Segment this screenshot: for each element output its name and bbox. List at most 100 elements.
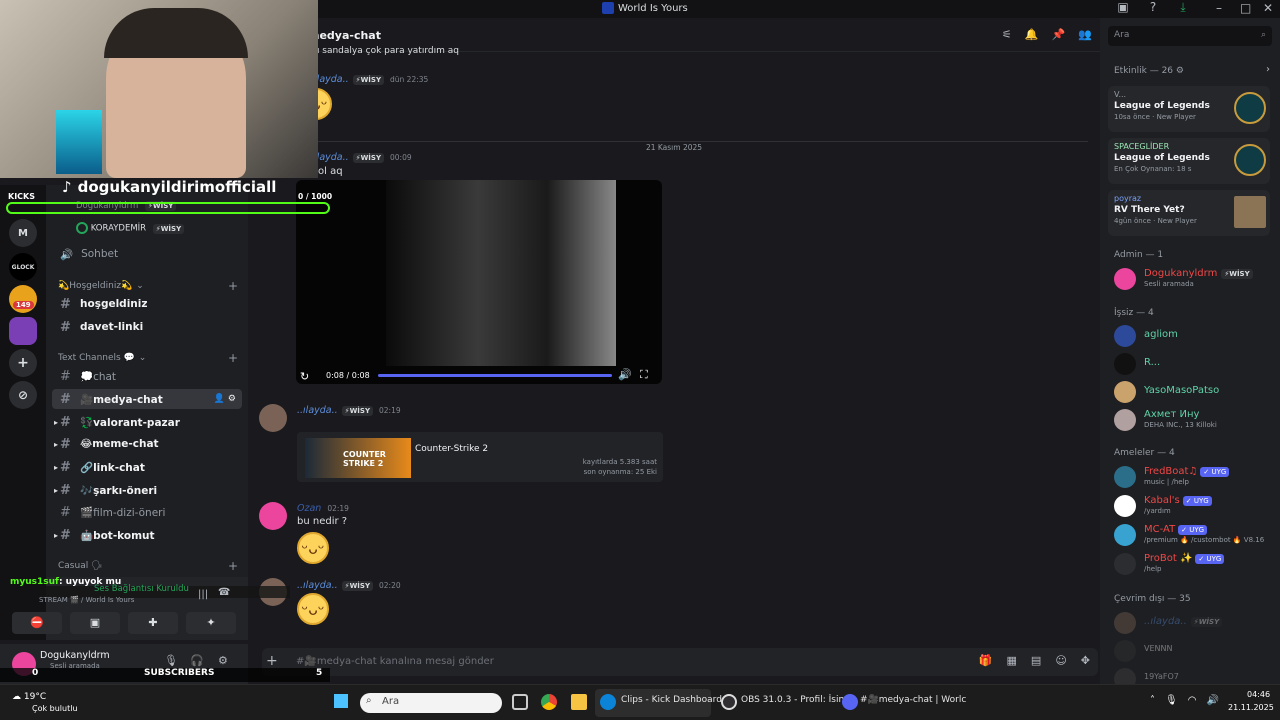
download-icon[interactable]: ⤓ (1176, 0, 1190, 14)
mic-icon[interactable]: 🎙 (1165, 695, 1178, 706)
weather-widget[interactable]: ☁ 19°C (12, 692, 46, 702)
fullscreen-icon[interactable]: ⛶ (640, 368, 648, 382)
mic-icon[interactable]: 🎙 (164, 654, 178, 667)
channel-link-chat[interactable]: ▸ # 🔗link-chat (52, 457, 242, 477)
game-embed[interactable]: COUNTER STRIKE 2 Counter-Strike 2 kayıtl… (297, 432, 663, 482)
member-item[interactable]: ..ılayda.. ⚡WİSY (1114, 610, 1274, 636)
replay-icon[interactable]: ↻ (300, 370, 309, 383)
video-progress[interactable] (378, 374, 612, 377)
discord-icon[interactable] (842, 694, 858, 710)
taskbar-search[interactable]: Ara (360, 693, 502, 713)
server-icon[interactable]: 149 (9, 285, 37, 313)
member-item[interactable]: MC-AT ✓ UYG/premium 🔥 /custombot 🔥 V8.16 (1114, 522, 1274, 548)
member-item[interactable]: ProBot ✨ ✓ UYG/help (1114, 551, 1274, 577)
settings-icon[interactable]: 👤 ⚙ (214, 394, 236, 404)
channel-meme-chat[interactable]: ▸ # 😂meme-chat (52, 434, 242, 454)
voice-user[interactable]: KORAYDEMİR ⚡WİSY (76, 222, 185, 234)
member-item[interactable]: Kabal's ✓ UYG/yardım (1114, 493, 1274, 519)
taskbar-app-label[interactable]: OBS 31.0.3 - Profil: İsims (741, 695, 852, 705)
emoji-icon[interactable]: ☺ (1055, 654, 1066, 667)
add-channel-icon[interactable]: + (228, 559, 238, 573)
threads-icon[interactable]: ⚟ (1002, 28, 1012, 41)
chevron-up-icon[interactable]: ˄ (1150, 695, 1155, 706)
apps-icon[interactable]: ✥ (1081, 654, 1090, 667)
activity-card[interactable]: SPACEGLİDER League of Legends En Çok Oyn… (1108, 138, 1270, 184)
add-server-icon[interactable]: + (9, 349, 37, 377)
gift-icon[interactable]: 🎁 (979, 654, 993, 667)
wifi-icon[interactable]: ◠ (1188, 695, 1197, 706)
activities-button[interactable]: ✚ (128, 612, 178, 634)
add-attachment-icon[interactable]: + (266, 653, 278, 669)
bell-icon[interactable]: 🔔 (1025, 28, 1039, 41)
camera-off-button[interactable]: ⛔ (12, 612, 62, 634)
windows-start-icon[interactable] (334, 694, 348, 708)
server-m[interactable]: M (9, 219, 37, 247)
member-item[interactable]: Dogukanyldrm ⚡WİSY Sesli aramada (1114, 266, 1274, 292)
channel-sarki-oneri[interactable]: ▸ # 🎶şarkı-öneri (52, 480, 242, 500)
minimize-button[interactable]: – (1216, 1, 1222, 15)
task-view-icon[interactable] (512, 694, 528, 710)
server-glock[interactable]: GLOCK (9, 253, 37, 281)
volume-icon[interactable]: 🔊 (1206, 695, 1218, 706)
message-time: 02:20 (379, 581, 401, 590)
pin-icon[interactable]: 📌 (1052, 28, 1066, 41)
channel-davet-linki[interactable]: # davet-linki (52, 317, 242, 337)
video-player[interactable]: ↻ 0:08 / 0:08 🔊 ⛶ (296, 180, 662, 384)
category-label: Casual 🗣 (58, 561, 103, 571)
app-badge: ✓ UYG (1182, 496, 1212, 506)
avatar[interactable] (259, 404, 287, 432)
help-icon[interactable]: ? (1146, 0, 1160, 14)
member-item[interactable]: R... (1114, 351, 1274, 377)
chrome-icon[interactable] (541, 694, 557, 710)
soundboard-button[interactable]: ✦ (186, 612, 236, 634)
app-badge: ✓ UYG (1178, 525, 1208, 535)
taskbar-app-label[interactable]: #🎥medya-chat | Worlc (860, 695, 966, 705)
member-item[interactable]: VENNN (1114, 638, 1274, 664)
channel-medya-chat[interactable]: # 🎥medya-chat 👤 ⚙ (52, 389, 242, 409)
channel-chat[interactable]: # 💭chat (52, 366, 242, 386)
noise-icon[interactable]: ||| (198, 589, 208, 600)
chevron-down-icon: ⌄ (138, 353, 147, 363)
member-item[interactable]: agliom (1114, 323, 1274, 349)
close-button[interactable]: ✕ (1263, 1, 1273, 15)
server-icon[interactable] (9, 317, 37, 345)
search-input[interactable]: Ara ⌕ (1108, 26, 1272, 46)
inbox-icon[interactable]: ▣ (1116, 0, 1130, 14)
activity-card[interactable]: V... League of Legends 10sa önce · New P… (1108, 86, 1270, 132)
maximize-button[interactable]: □ (1240, 1, 1251, 15)
channel-bot-komut[interactable]: ▸ # 🤖bot-komut (52, 525, 242, 545)
screen-share-button[interactable]: ▣ (70, 612, 120, 634)
channel-hosgeldiniz[interactable]: # hoşgeldiniz (52, 294, 242, 314)
message-author[interactable]: ..ılayda.. (297, 580, 338, 591)
message-author[interactable]: Ozan (297, 503, 321, 514)
add-channel-icon[interactable]: + (228, 351, 238, 365)
obs-icon[interactable] (721, 694, 737, 710)
category-header[interactable]: 💫Hoşgeldiniz💫 ⌄ (58, 281, 144, 291)
video-frame (386, 180, 616, 366)
activity-card[interactable]: poyraz RV There Yet? 4gün önce · New Pla… (1108, 190, 1270, 236)
gif-icon[interactable]: ▦ (1007, 654, 1017, 667)
member-item[interactable]: YasoMasoPatso (1114, 379, 1274, 405)
chevron-right-icon[interactable]: › (1266, 64, 1270, 75)
category-header[interactable]: Text Channels 💬 ⌄ (58, 353, 146, 363)
channel-list: Dogukanyldrm ⚡WİSY KORAYDEMİR ⚡WİSY 🔊 Soh… (10, 185, 290, 640)
message-author[interactable]: ..ılayda.. (297, 405, 338, 416)
gear-icon[interactable]: ⚙ (218, 654, 228, 667)
category-header[interactable]: Casual 🗣 (58, 561, 103, 571)
channel-valorant-pazar[interactable]: ▸ # 💱valorant-pazar (52, 412, 242, 432)
member-item[interactable]: FredBoat♫ ✓ UYG music | /help (1114, 464, 1274, 490)
disconnect-icon[interactable]: ☎ (218, 587, 230, 598)
discover-icon[interactable]: ⊘ (9, 381, 37, 409)
sticker-icon[interactable]: ▤ (1031, 654, 1041, 667)
member-item[interactable]: Ахмет Ину DEHA INC., 13 Killoki (1114, 407, 1274, 433)
members-icon[interactable]: 👥 (1078, 28, 1092, 41)
message-composer[interactable]: + #🎥medya-chat kanalına mesaj gönder 🎁 ▦… (262, 648, 1098, 676)
avatar[interactable] (259, 502, 287, 530)
channel-film-dizi-oneri[interactable]: # 🎬film-dizi-öneri (52, 502, 242, 522)
volume-icon[interactable]: 🔊 (618, 368, 632, 381)
files-icon[interactable] (571, 694, 587, 710)
add-channel-icon[interactable]: + (228, 279, 238, 293)
headset-icon[interactable]: 🎧 (190, 654, 204, 667)
sohbet-channel[interactable]: 🔊 Sohbet (52, 244, 242, 264)
embed-title: Counter-Strike 2 (415, 444, 489, 454)
